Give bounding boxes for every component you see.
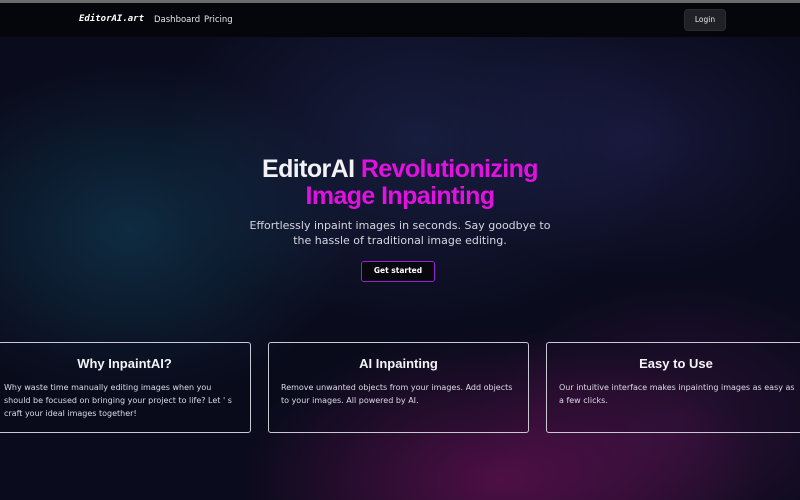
hero-subtitle: Effortlessly inpaint images in seconds. … [249, 219, 551, 247]
hero-title: EditorAI Revolutionizing Image Inpaintin… [150, 156, 650, 210]
hero-title-highlight-2: Image Inpainting [305, 182, 495, 210]
feature-card-why: Why InpaintAI? Why waste time manually e… [0, 342, 251, 433]
page: EditorAI.art Dashboard Pricing Login Edi… [0, 0, 800, 500]
feature-card-ai-inpainting: AI Inpainting Remove unwanted objects fr… [268, 342, 529, 433]
feature-card-body: Our intuitive interface makes inpainting… [559, 383, 795, 405]
logo[interactable]: EditorAI.art [79, 14, 144, 24]
hero-title-highlight-1: Revolutionizing [360, 155, 539, 183]
feature-card-title: Why InpaintAI? [77, 356, 172, 371]
get-started-button[interactable]: Get started [361, 261, 435, 282]
feature-card-title: AI Inpainting [359, 356, 438, 371]
feature-card-body: Remove unwanted objects from your images… [281, 383, 513, 405]
feature-card-easy-to-use: Easy to Use Our intuitive interface make… [546, 342, 800, 433]
feature-card-title: Easy to Use [639, 356, 713, 371]
feature-card-body: Why waste time manually editing images w… [4, 383, 232, 418]
hero-title-brand: EditorAI [262, 155, 355, 183]
nav-link-pricing[interactable]: Pricing [204, 15, 233, 25]
navbar: EditorAI.art Dashboard Pricing Login [0, 3, 800, 37]
login-button[interactable]: Login [684, 9, 726, 31]
nav-link-dashboard[interactable]: Dashboard [154, 15, 200, 25]
